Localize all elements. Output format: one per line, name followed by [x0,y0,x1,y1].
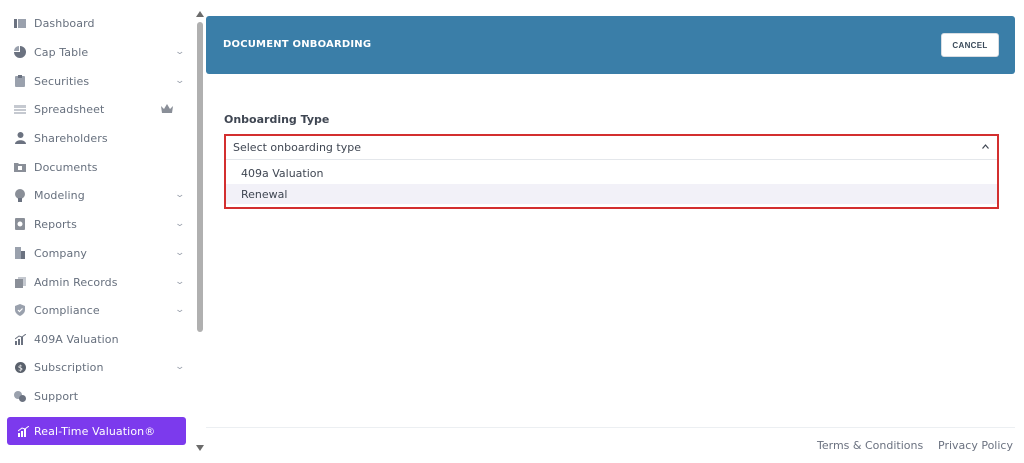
terms-link[interactable]: Terms & Conditions [817,439,923,452]
sidebar-item-label: Spreadsheet [34,102,105,116]
select-placeholder: Select onboarding type [233,141,361,154]
dashboard-icon [13,16,27,30]
chevron-down-icon[interactable]: ⌄ [174,190,185,200]
scrollbar-thumb[interactable] [197,22,203,332]
building-icon [13,246,27,260]
svg-text:$: $ [17,363,22,372]
sidebar-scrollbar[interactable] [195,10,205,454]
spreadsheet-icon [13,102,27,116]
lightbulb-icon [13,188,27,202]
sidebar-item-dashboard[interactable]: Dashboard [0,9,192,37]
dropdown-option-409a-valuation[interactable]: 409a Valuation [226,163,997,183]
crown-icon [161,103,173,116]
sidebar-item-label: Shareholders [34,131,108,145]
chevron-up-icon[interactable] [982,142,989,152]
option-label: Renewal [241,187,288,201]
sidebar-item-label: Subscription [34,360,104,374]
support-icon [13,389,27,403]
sidebar-item-reports[interactable]: Reports ⌄ [0,210,192,238]
sidebar-item-spreadsheet[interactable]: Spreadsheet [0,95,192,123]
sidebar-item-label: Securities [34,74,90,88]
sidebar-item-label: Company [34,246,88,260]
bar-chart-icon [13,332,27,346]
chevron-down-icon[interactable]: ⌄ [174,248,185,258]
footer-divider [206,427,1015,428]
pie-chart-icon [13,45,27,59]
sidebar-item-label: Admin Records [34,275,118,289]
cancel-button[interactable]: CANCEL [941,33,999,57]
sidebar-item-shareholders[interactable]: Shareholders [0,124,192,152]
onboarding-type-dropdown[interactable]: Select onboarding type 409a Valuation Re… [224,134,999,209]
page-header: DOCUMENT ONBOARDING CANCEL [206,16,1015,74]
bar-chart-icon [16,424,30,438]
user-icon [13,131,27,145]
sidebar-item-admin-records[interactable]: Admin Records ⌄ [0,268,192,296]
sidebar-item-label: Dashboard [34,16,95,30]
sidebar-item-subscription[interactable]: $ Subscription ⌄ [0,353,192,381]
onboarding-type-label: Onboarding Type [224,113,330,126]
sidebar-item-securities[interactable]: Securities ⌄ [0,67,192,95]
chevron-down-icon[interactable]: ⌄ [174,76,185,86]
sidebar-item-label: Cap Table [34,45,89,59]
scroll-up-arrow-icon[interactable] [195,10,205,18]
folder-icon [13,160,27,174]
sidebar-item-cap-table[interactable]: Cap Table ⌄ [0,38,192,66]
records-icon [13,275,27,289]
clipboard-icon [13,74,27,88]
page-title: DOCUMENT ONBOARDING [223,39,372,50]
chevron-down-icon[interactable]: ⌄ [174,277,185,287]
chevron-down-icon[interactable]: ⌄ [174,47,185,57]
sidebar: Dashboard Cap Table ⌄ Securities ⌄ Sprea… [0,0,192,463]
sidebar-item-documents[interactable]: Documents [0,153,192,181]
sidebar-item-409a-valuation[interactable]: 409A Valuation [0,325,192,353]
app-root: Dashboard Cap Table ⌄ Securities ⌄ Sprea… [0,0,1024,463]
sidebar-item-label: Documents [34,160,98,174]
onboarding-type-select[interactable]: Select onboarding type [226,136,997,160]
option-label: 409a Valuation [241,166,324,180]
chevron-down-icon[interactable]: ⌄ [174,305,185,315]
dollar-icon: $ [13,360,27,374]
sidebar-item-label: Modeling [34,188,85,202]
sidebar-item-real-time-valuation[interactable]: Real-Time Valuation® [7,417,186,445]
sidebar-item-label: Real-Time Valuation® [34,424,156,438]
sidebar-item-label: Compliance [34,303,100,317]
sidebar-item-support[interactable]: Support [0,382,192,410]
report-icon [13,217,27,231]
sidebar-item-company[interactable]: Company ⌄ [0,239,192,267]
chevron-down-icon[interactable]: ⌄ [174,362,185,372]
sidebar-item-compliance[interactable]: Compliance ⌄ [0,296,192,324]
sidebar-item-label: Reports [34,217,77,231]
privacy-link[interactable]: Privacy Policy [938,439,1013,452]
sidebar-item-label: 409A Valuation [34,332,119,346]
chevron-down-icon[interactable]: ⌄ [174,219,185,229]
scroll-down-arrow-icon[interactable] [195,444,205,452]
sidebar-item-modeling[interactable]: Modeling ⌄ [0,181,192,209]
sidebar-item-label: Support [34,389,79,403]
shield-icon [13,303,27,317]
dropdown-option-renewal[interactable]: Renewal [226,184,997,204]
